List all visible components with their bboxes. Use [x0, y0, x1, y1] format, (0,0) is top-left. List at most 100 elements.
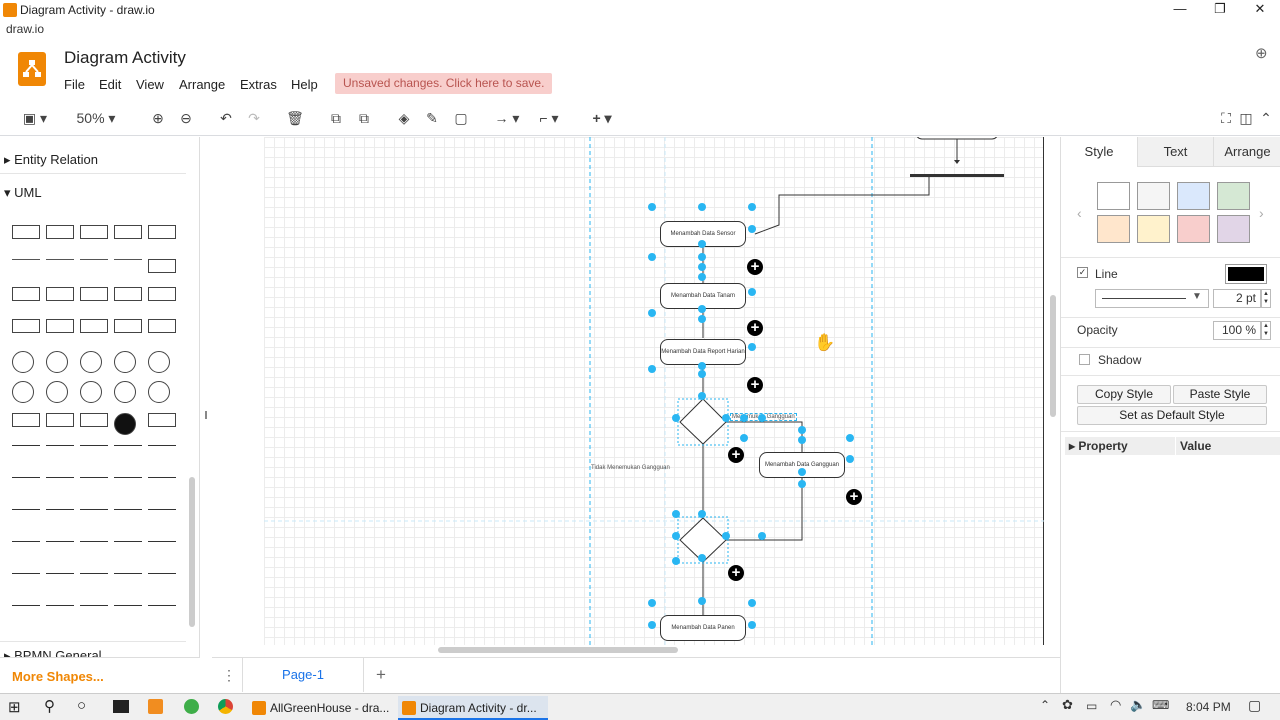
- uml-shape[interactable]: [80, 319, 108, 333]
- style-swatch[interactable]: [1137, 182, 1170, 210]
- uml-shape[interactable]: [148, 413, 176, 427]
- diagram-canvas[interactable]: Menambah Data Sensor Menambah Data Tanam…: [212, 137, 1060, 657]
- canvas-vertical-scrollbar[interactable]: [1050, 295, 1056, 417]
- add-icon[interactable]: +: [747, 259, 763, 275]
- selection-handle[interactable]: [798, 468, 806, 476]
- collapse-icon[interactable]: ⌃: [1256, 108, 1276, 128]
- uml-shape[interactable]: [46, 319, 74, 333]
- uml-shape[interactable]: [114, 319, 142, 333]
- uml-shape[interactable]: [114, 287, 142, 301]
- minimize-icon[interactable]: —: [1160, 0, 1200, 20]
- uml-shape[interactable]: [114, 541, 142, 543]
- uml-shape[interactable]: [46, 413, 74, 427]
- fill-color-icon[interactable]: ◈: [394, 108, 414, 128]
- uml-shape[interactable]: [148, 381, 170, 403]
- uml-shape[interactable]: [148, 225, 176, 239]
- zoom-select[interactable]: 50% ▾: [66, 108, 126, 128]
- selection-handle[interactable]: [722, 532, 730, 540]
- uml-shape[interactable]: [80, 413, 108, 427]
- section-entity-relation[interactable]: ▸ Entity Relation: [0, 146, 186, 174]
- uml-shape[interactable]: [148, 351, 170, 373]
- uml-shape[interactable]: [114, 445, 142, 447]
- uml-shape[interactable]: [12, 509, 40, 511]
- uml-shape[interactable]: [80, 259, 108, 261]
- uml-shape[interactable]: [46, 225, 74, 239]
- swatch-next-icon[interactable]: ›: [1259, 205, 1264, 221]
- zoom-out-icon[interactable]: ⊖: [176, 108, 196, 128]
- property-column[interactable]: ▸ Property: [1069, 437, 1128, 455]
- line-width-stepper[interactable]: ▲ ▼: [1261, 289, 1271, 308]
- menu-help[interactable]: Help: [291, 77, 318, 92]
- uml-shape[interactable]: [80, 573, 108, 575]
- menu-view[interactable]: View: [136, 77, 164, 92]
- redo-icon[interactable]: ↷: [244, 108, 264, 128]
- tray-chevron-icon[interactable]: ⌃: [1040, 698, 1050, 712]
- selection-handle[interactable]: [672, 532, 680, 540]
- line-color-swatch[interactable]: [1225, 264, 1267, 284]
- menu-arrange[interactable]: Arrange: [179, 77, 225, 92]
- selection-handle[interactable]: [698, 315, 706, 323]
- selection-handle[interactable]: [740, 414, 748, 422]
- search-icon[interactable]: ⚲: [44, 697, 55, 715]
- battery-icon[interactable]: ▭: [1086, 699, 1097, 713]
- section-bpmn[interactable]: ▸ BPMN General: [0, 641, 186, 657]
- menu-extras[interactable]: Extras: [240, 77, 277, 92]
- opacity-input[interactable]: 100 %: [1213, 321, 1261, 340]
- selection-handle[interactable]: [648, 253, 656, 261]
- selection-handle[interactable]: [758, 414, 766, 422]
- uml-shape[interactable]: [114, 351, 136, 373]
- uml-shape[interactable]: [46, 381, 68, 403]
- selection-handle[interactable]: [672, 510, 680, 518]
- to-front-icon[interactable]: ⧉: [326, 108, 346, 128]
- selection-handle[interactable]: [740, 434, 748, 442]
- uml-shape[interactable]: [12, 605, 40, 607]
- selection-handle[interactable]: [722, 414, 730, 422]
- uml-shape[interactable]: [148, 477, 176, 479]
- tray-app-icon[interactable]: ✿: [1062, 697, 1073, 713]
- selection-handle[interactable]: [648, 365, 656, 373]
- paste-style-button[interactable]: Paste Style: [1173, 385, 1267, 404]
- style-swatch[interactable]: [1217, 182, 1250, 210]
- cmd-icon[interactable]: [113, 700, 129, 713]
- sidebar-splitter[interactable]: [200, 137, 212, 657]
- swatch-prev-icon[interactable]: ‹: [1077, 205, 1082, 221]
- selection-handle[interactable]: [798, 480, 806, 488]
- uml-shape[interactable]: [80, 225, 108, 239]
- uml-shape[interactable]: [148, 259, 176, 273]
- uml-shape[interactable]: [148, 319, 176, 333]
- waypoints-icon[interactable]: ⌐ ▾: [532, 108, 566, 128]
- selection-handle[interactable]: [748, 343, 756, 351]
- uml-shape[interactable]: [114, 225, 142, 239]
- sublime-icon[interactable]: [148, 699, 163, 714]
- close-icon[interactable]: ✕: [1240, 0, 1280, 20]
- page-tab[interactable]: Page-1: [242, 658, 364, 692]
- line-checkbox[interactable]: ✓: [1077, 267, 1088, 278]
- diagram-page[interactable]: Menambah Data Sensor Menambah Data Tanam…: [264, 137, 1044, 645]
- uml-shape[interactable]: [46, 351, 68, 373]
- uml-shape[interactable]: [148, 287, 176, 301]
- uml-shape[interactable]: [46, 287, 74, 301]
- copy-style-button[interactable]: Copy Style: [1077, 385, 1171, 404]
- selection-handle[interactable]: [698, 554, 706, 562]
- add-page-icon[interactable]: +: [376, 665, 386, 685]
- style-swatch[interactable]: [1097, 215, 1130, 243]
- uml-shape[interactable]: [148, 573, 176, 575]
- document-title[interactable]: Diagram Activity: [64, 48, 186, 68]
- selection-handle[interactable]: [698, 370, 706, 378]
- uml-shape[interactable]: [12, 381, 34, 403]
- selection-handle[interactable]: [648, 599, 656, 607]
- wifi-icon[interactable]: ◠: [1110, 697, 1121, 713]
- windows-start-icon[interactable]: ⊞: [8, 698, 21, 716]
- label-tidak-menemukan[interactable]: Tidak Menemukan Gangguan: [591, 465, 670, 471]
- uml-shape[interactable]: [46, 605, 74, 607]
- add-icon[interactable]: +: [846, 489, 862, 505]
- selection-handle[interactable]: [698, 392, 706, 400]
- tab-arrange[interactable]: Arrange: [1213, 137, 1280, 167]
- style-swatch[interactable]: [1177, 215, 1210, 243]
- uml-shape[interactable]: [46, 259, 74, 261]
- zoom-in-icon[interactable]: ⊕: [148, 108, 168, 128]
- line-color-icon[interactable]: ✎: [422, 108, 442, 128]
- selection-handle[interactable]: [698, 362, 706, 370]
- line-width-input[interactable]: 2 pt: [1213, 289, 1261, 308]
- selection-handle[interactable]: [648, 309, 656, 317]
